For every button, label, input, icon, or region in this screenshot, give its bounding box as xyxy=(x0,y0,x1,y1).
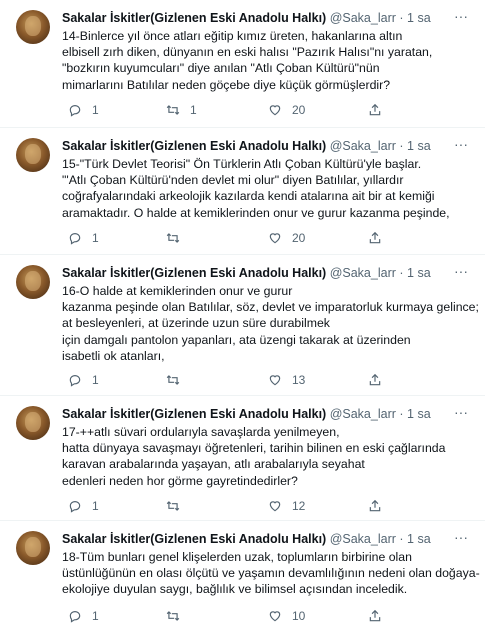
tweet-actions: 1 10 xyxy=(62,608,462,624)
tweet-text: 18-Tüm bunları genel klişelerden uzak, t… xyxy=(62,550,480,597)
reply-button[interactable]: 1 xyxy=(68,102,99,118)
reply-icon xyxy=(69,501,81,513)
tweet[interactable]: Sakalar İskitler(Gizlenen Eski Anadolu H… xyxy=(0,395,485,521)
timestamp[interactable]: 1 sa xyxy=(407,532,431,546)
author-handle[interactable]: @Saka_larr xyxy=(330,139,396,153)
retweet-button[interactable]: 1 xyxy=(166,102,197,118)
author-handle[interactable]: @Saka_larr xyxy=(330,11,396,25)
tweet-header: Sakalar İskitler(Gizlenen Eski Anadolu H… xyxy=(62,407,431,421)
tweet-actions: 1 13 xyxy=(62,372,462,388)
tweet-text: 14-Binlerce yıl önce atları eğitip kımız… xyxy=(62,29,433,92)
reply-count: 1 xyxy=(92,609,99,623)
tweet-actions: 1 12 xyxy=(62,498,462,514)
tweet-header: Sakalar İskitler(Gizlenen Eski Anadolu H… xyxy=(62,11,431,25)
more-horizontal-icon[interactable]: ··· xyxy=(453,405,469,419)
reply-button[interactable]: 1 xyxy=(68,498,99,514)
share-icon xyxy=(369,373,381,386)
tweet-header: Sakalar İskitler(Gizlenen Eski Anadolu H… xyxy=(62,532,431,546)
author-name[interactable]: Sakalar İskitler(Gizlenen Eski Anadolu H… xyxy=(62,11,326,25)
reply-count: 1 xyxy=(92,103,99,117)
reply-icon xyxy=(69,105,81,117)
retweet-icon xyxy=(166,611,180,621)
share-icon xyxy=(369,499,381,512)
reply-icon xyxy=(69,233,81,245)
avatar[interactable] xyxy=(16,138,50,172)
like-count: 13 xyxy=(292,373,306,387)
tweet-actions: 1 1 20 xyxy=(62,102,462,118)
more-horizontal-icon[interactable]: ··· xyxy=(453,9,469,23)
more-horizontal-icon[interactable]: ··· xyxy=(453,137,469,151)
reply-button[interactable]: 1 xyxy=(68,372,99,388)
avatar[interactable] xyxy=(16,406,50,440)
tweet-header: Sakalar İskitler(Gizlenen Eski Anadolu H… xyxy=(62,139,431,153)
reply-icon xyxy=(69,375,81,387)
tweet[interactable]: Sakalar İskitler(Gizlenen Eski Anadolu H… xyxy=(0,520,485,633)
author-name[interactable]: Sakalar İskitler(Gizlenen Eski Anadolu H… xyxy=(62,407,326,421)
author-name[interactable]: Sakalar İskitler(Gizlenen Eski Anadolu H… xyxy=(62,139,326,153)
reply-count: 1 xyxy=(92,231,99,245)
retweet-count: 1 xyxy=(190,103,197,117)
tweet-text: 16-O halde at kemiklerinden onur ve guru… xyxy=(62,284,479,363)
author-name[interactable]: Sakalar İskitler(Gizlenen Eski Anadolu H… xyxy=(62,532,326,546)
avatar[interactable] xyxy=(16,265,50,299)
heart-icon xyxy=(269,375,281,386)
timestamp[interactable]: 1 sa xyxy=(407,407,431,421)
author-name[interactable]: Sakalar İskitler(Gizlenen Eski Anadolu H… xyxy=(62,266,326,280)
heart-icon xyxy=(269,233,281,244)
like-button[interactable]: 20 xyxy=(268,230,305,246)
share-button[interactable] xyxy=(368,230,382,246)
tweet-text: 15-"Türk Devlet Teorisi" Ön Türklerin At… xyxy=(62,157,450,220)
heart-icon xyxy=(269,501,281,512)
heart-icon xyxy=(269,105,281,116)
like-button[interactable]: 12 xyxy=(268,498,305,514)
tweet[interactable]: Sakalar İskitler(Gizlenen Eski Anadolu H… xyxy=(0,254,485,396)
like-count: 20 xyxy=(292,103,306,117)
share-icon xyxy=(369,103,381,116)
retweet-icon xyxy=(166,105,180,115)
reply-button[interactable]: 1 xyxy=(68,608,99,624)
retweet-icon xyxy=(166,501,180,511)
retweet-button[interactable] xyxy=(166,608,190,624)
retweet-icon xyxy=(166,233,180,243)
share-icon xyxy=(369,231,381,244)
retweet-icon xyxy=(166,375,180,385)
reply-count: 1 xyxy=(92,373,99,387)
tweet-header: Sakalar İskitler(Gizlenen Eski Anadolu H… xyxy=(62,266,431,280)
reply-button[interactable]: 1 xyxy=(68,230,99,246)
avatar[interactable] xyxy=(16,10,50,44)
timestamp[interactable]: 1 sa xyxy=(407,266,431,280)
reply-count: 1 xyxy=(92,499,99,513)
retweet-button[interactable] xyxy=(166,372,190,388)
timestamp[interactable]: 1 sa xyxy=(407,11,431,25)
share-button[interactable] xyxy=(368,372,382,388)
more-horizontal-icon[interactable]: ··· xyxy=(453,530,469,544)
share-button[interactable] xyxy=(368,608,382,624)
avatar[interactable] xyxy=(16,531,50,565)
more-horizontal-icon[interactable]: ··· xyxy=(453,264,469,278)
tweet-text: 17-++atlı süvari ordularıyla savaşlarda … xyxy=(62,425,446,488)
like-button[interactable]: 20 xyxy=(268,102,305,118)
like-count: 12 xyxy=(292,499,306,513)
tweet[interactable]: Sakalar İskitler(Gizlenen Eski Anadolu H… xyxy=(0,0,485,127)
tweet[interactable]: Sakalar İskitler(Gizlenen Eski Anadolu H… xyxy=(0,127,485,255)
author-handle[interactable]: @Saka_larr xyxy=(330,407,396,421)
retweet-button[interactable] xyxy=(166,230,190,246)
tweet-actions: 1 20 xyxy=(62,230,462,246)
share-button[interactable] xyxy=(368,498,382,514)
reply-icon xyxy=(69,611,81,623)
retweet-button[interactable] xyxy=(166,498,190,514)
share-button[interactable] xyxy=(368,102,382,118)
like-button[interactable]: 13 xyxy=(268,372,305,388)
heart-icon xyxy=(269,611,281,622)
author-handle[interactable]: @Saka_larr xyxy=(330,266,396,280)
like-count: 20 xyxy=(292,231,306,245)
like-button[interactable]: 10 xyxy=(268,608,305,624)
like-count: 10 xyxy=(292,609,306,623)
author-handle[interactable]: @Saka_larr xyxy=(330,532,396,546)
share-icon xyxy=(369,609,381,622)
timestamp[interactable]: 1 sa xyxy=(407,139,431,153)
